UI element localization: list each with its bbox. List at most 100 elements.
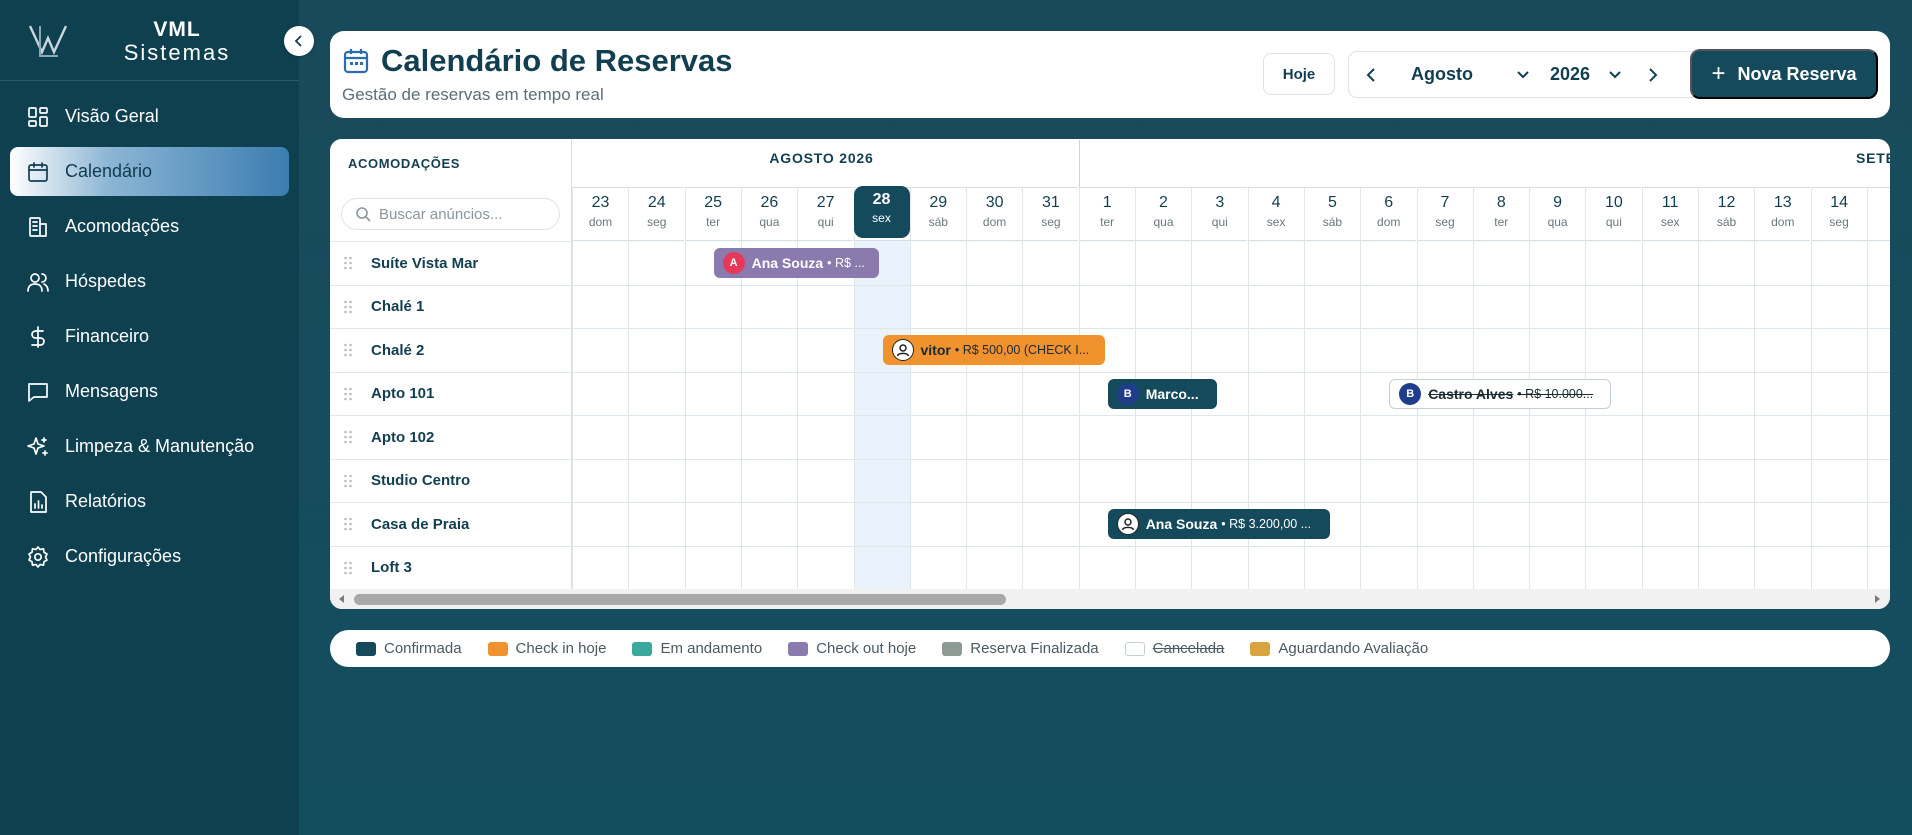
drag-handle-icon[interactable] [343, 561, 353, 575]
brand-name: VML Sistemas [112, 18, 242, 64]
avatar: A [722, 252, 745, 274]
accommodation-row[interactable]: Loft 3 [330, 545, 571, 589]
legend-label: Check out hoje [816, 640, 917, 657]
day-header[interactable]: 10 qui [1585, 187, 1642, 241]
scroll-left-icon[interactable] [336, 593, 348, 605]
day-header[interactable]: 14 seg [1810, 187, 1867, 241]
accommodation-row[interactable]: Casa de Praia [330, 502, 571, 545]
legend-item: Cancelada [1124, 640, 1224, 657]
drag-handle-icon[interactable] [343, 256, 353, 270]
legend-swatch [788, 641, 809, 656]
reservation-meta: • R$ 500,00 (CHECK I... [954, 343, 1090, 357]
legend-item: Em andamento [632, 640, 762, 657]
day-weekday: dom [982, 215, 1007, 229]
users-icon [26, 270, 50, 294]
day-header[interactable]: 11 sex [1641, 187, 1698, 241]
day-header[interactable]: 26 qua [740, 187, 797, 241]
day-header[interactable]: 25 ter [684, 187, 741, 241]
day-header[interactable]: 30 dom [966, 187, 1023, 241]
scrollbar-thumb[interactable] [354, 594, 1006, 605]
year-select[interactable]: 2026 [1550, 64, 1590, 85]
day-weekday: qui [1605, 215, 1622, 229]
sidebar-item-configuracoes[interactable]: Configurações [10, 532, 289, 581]
sidebar-item-mensagens[interactable]: Mensagens [10, 367, 289, 416]
drag-handle-icon[interactable] [343, 300, 353, 314]
brand-logo-icon [28, 25, 68, 57]
day-weekday: qua [1547, 215, 1568, 229]
sidebar-item-label: Financeiro [65, 326, 150, 346]
sidebar-item-limpeza-manutencao[interactable]: Limpeza & Manutenção [10, 422, 289, 471]
scroll-right-icon[interactable] [1871, 593, 1883, 605]
day-number: 12 [1717, 194, 1736, 211]
month-select[interactable]: Agosto [1411, 64, 1473, 85]
reservation-cancelada[interactable]: B Castro Alves • R$ 10.000... [1389, 378, 1612, 409]
accommodation-name: Suíte Vista Mar [371, 254, 479, 272]
search-input[interactable] [379, 205, 549, 223]
accommodation-row[interactable]: Chalé 1 [330, 284, 571, 328]
accommodation-row[interactable]: Apto 102 [330, 415, 571, 458]
drag-handle-icon[interactable] [343, 474, 353, 488]
sidebar-item-relatorios[interactable]: Relatórios [10, 477, 289, 526]
day-header[interactable]: 5 sáb [1303, 187, 1360, 241]
day-header[interactable]: 12 sáb [1698, 187, 1754, 241]
horizontal-scrollbar[interactable] [330, 589, 1890, 609]
reservation-meta: • R$ 10.000... [1517, 386, 1594, 401]
day-header[interactable]: 23 dom [572, 187, 628, 241]
day-weekday: dom [588, 215, 613, 229]
next-month-icon[interactable] [1641, 64, 1663, 86]
sidebar-item-hospedes[interactable]: Hóspedes [10, 257, 289, 306]
drag-handle-icon[interactable] [343, 430, 353, 444]
day-header[interactable]: 8 ter [1472, 187, 1529, 241]
reservation-check-in-hoje[interactable]: vitor • R$ 500,00 (CHECK I... [882, 335, 1105, 365]
day-header[interactable]: 2 qua [1135, 187, 1191, 241]
reservation-check-out-hoje[interactable]: A Ana Souza • R$ ... [713, 248, 880, 278]
drag-handle-icon[interactable] [343, 387, 353, 401]
sidebar-item-financeiro[interactable]: Financeiro [10, 312, 289, 361]
day-header[interactable]: 24 seg [628, 187, 685, 241]
day-number: 25 [704, 194, 722, 211]
chevron-down-icon[interactable] [1513, 65, 1533, 85]
day-header[interactable]: 4 sex [1247, 187, 1304, 241]
day-number: 27 [816, 194, 835, 211]
sidebar-item-visao-geral[interactable]: Visão Geral [10, 92, 289, 141]
day-header[interactable]: 27 qui [797, 187, 854, 241]
page-subtitle: Gestão de reservas em tempo real [342, 85, 604, 104]
reservation-guest: Marco... [1145, 385, 1199, 402]
day-header[interactable]: 1t [1866, 187, 1890, 241]
day-header[interactable]: 13 dom [1754, 187, 1811, 241]
dashboard-icon [26, 105, 50, 129]
chevron-left-icon [294, 35, 302, 47]
day-weekday: sex [872, 211, 891, 225]
day-weekday: sáb [1716, 215, 1737, 229]
day-header[interactable]: 9 qua [1529, 187, 1586, 241]
sidebar-item-calendario[interactable]: Calendário [10, 147, 289, 196]
day-header[interactable]: 3 qui [1191, 187, 1248, 241]
grid-line [572, 458, 1890, 460]
today-button[interactable]: Hoje [1263, 53, 1335, 95]
page-title: Calendário de Reservas [381, 43, 733, 78]
new-reservation-button[interactable]: + Nova Reserva [1690, 49, 1878, 99]
day-header[interactable]: 7 seg [1416, 187, 1473, 241]
prev-month-icon[interactable] [1361, 64, 1383, 86]
day-header[interactable]: 6 dom [1360, 187, 1417, 241]
accommodation-row[interactable]: Apto 101 [330, 371, 571, 415]
status-legend: Confirmada Check in hoje Em andamento Check… [330, 630, 1890, 667]
reservation-confirmada[interactable]: B Marco... [1107, 378, 1218, 409]
accommodation-row[interactable]: Chalé 2 [330, 328, 571, 371]
accommodation-row[interactable]: Studio Centro [330, 458, 571, 502]
day-header[interactable]: 31 seg [1022, 187, 1079, 241]
sidebar-item-acomodacoes[interactable]: Acomodações [10, 202, 289, 251]
day-weekday: sex [1266, 215, 1286, 229]
reservation-confirmada[interactable]: Ana Souza • R$ 3.200,00 ... [1107, 509, 1330, 539]
day-header[interactable]: 1 ter [1078, 187, 1135, 241]
drag-handle-icon[interactable] [343, 517, 353, 531]
day-header[interactable]: 29 sáb [909, 187, 966, 241]
accommodation-row[interactable]: Suíte Vista Mar [330, 241, 571, 284]
day-number: 31 [1041, 194, 1060, 211]
calendar-icon [343, 49, 369, 74]
drag-handle-icon[interactable] [343, 343, 353, 357]
sidebar-item-label: Acomodações [65, 216, 180, 236]
collapse-sidebar-button[interactable] [284, 26, 314, 56]
chevron-down-icon[interactable] [1605, 65, 1625, 85]
today-day-header[interactable]: 28 sex [853, 186, 910, 238]
